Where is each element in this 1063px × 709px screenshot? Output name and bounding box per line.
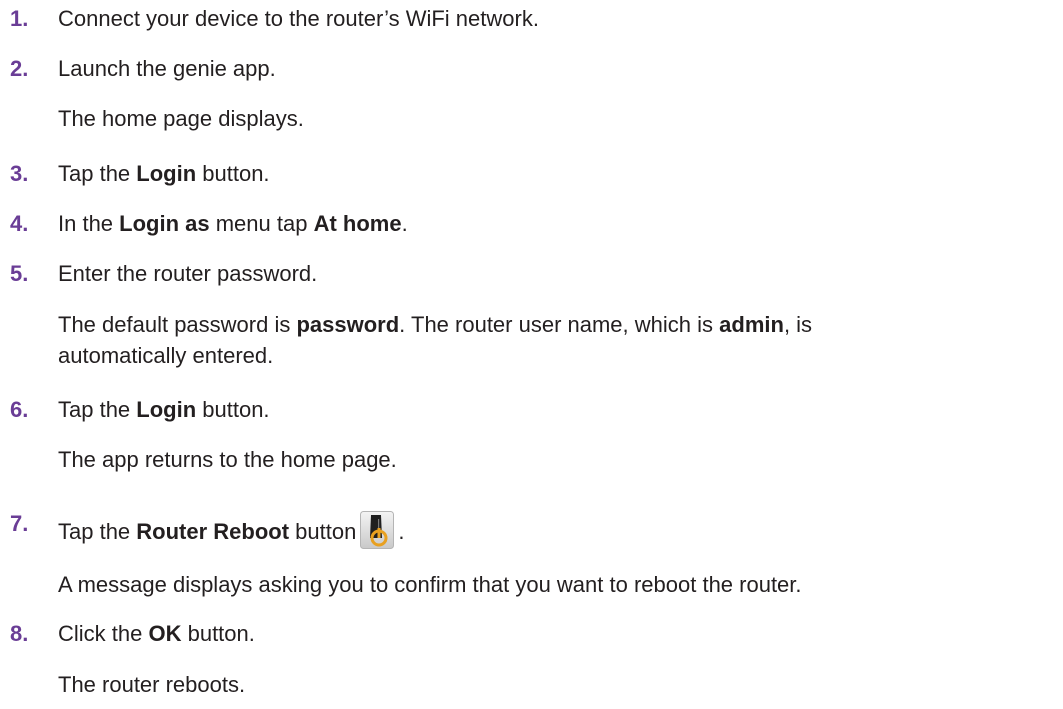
step-number: 2.	[10, 56, 29, 81]
step-text: Launch the genie app.	[58, 56, 276, 81]
instruction-page: { "steps": [ {"num": "1.", "parts": ["Co…	[0, 0, 1063, 709]
step-number: 7.	[10, 511, 29, 536]
step-number: 4.	[10, 211, 29, 236]
step-8-note: The router reboots.	[58, 672, 246, 697]
step-5-note: The default password is password. The ro…	[58, 312, 813, 337]
router-reboot-icon	[360, 511, 395, 549]
step-text: Tap the Router Reboot button .	[58, 511, 404, 549]
step-number: 6.	[10, 397, 29, 422]
step-text: Tap the Login button.	[58, 397, 270, 422]
step-number: 1.	[10, 6, 29, 31]
step-5-note-line2: automatically entered.	[58, 343, 274, 368]
step-7-note: A message displays asking you to confirm…	[58, 572, 802, 597]
step-text: Enter the router password.	[58, 261, 318, 286]
step-number: 8.	[10, 621, 29, 646]
step-text: Tap the Login button.	[58, 161, 270, 186]
step-number: 3.	[10, 161, 29, 186]
step-text: Click the OK button.	[58, 621, 255, 646]
step-text: In the Login as menu tap At home.	[58, 211, 408, 236]
step-6-note: The app returns to the home page.	[58, 447, 397, 472]
step-2-note: The home page displays.	[58, 106, 304, 131]
step-number: 5.	[10, 261, 29, 286]
step-text: Connect your device to the router’s WiFi…	[58, 6, 539, 31]
